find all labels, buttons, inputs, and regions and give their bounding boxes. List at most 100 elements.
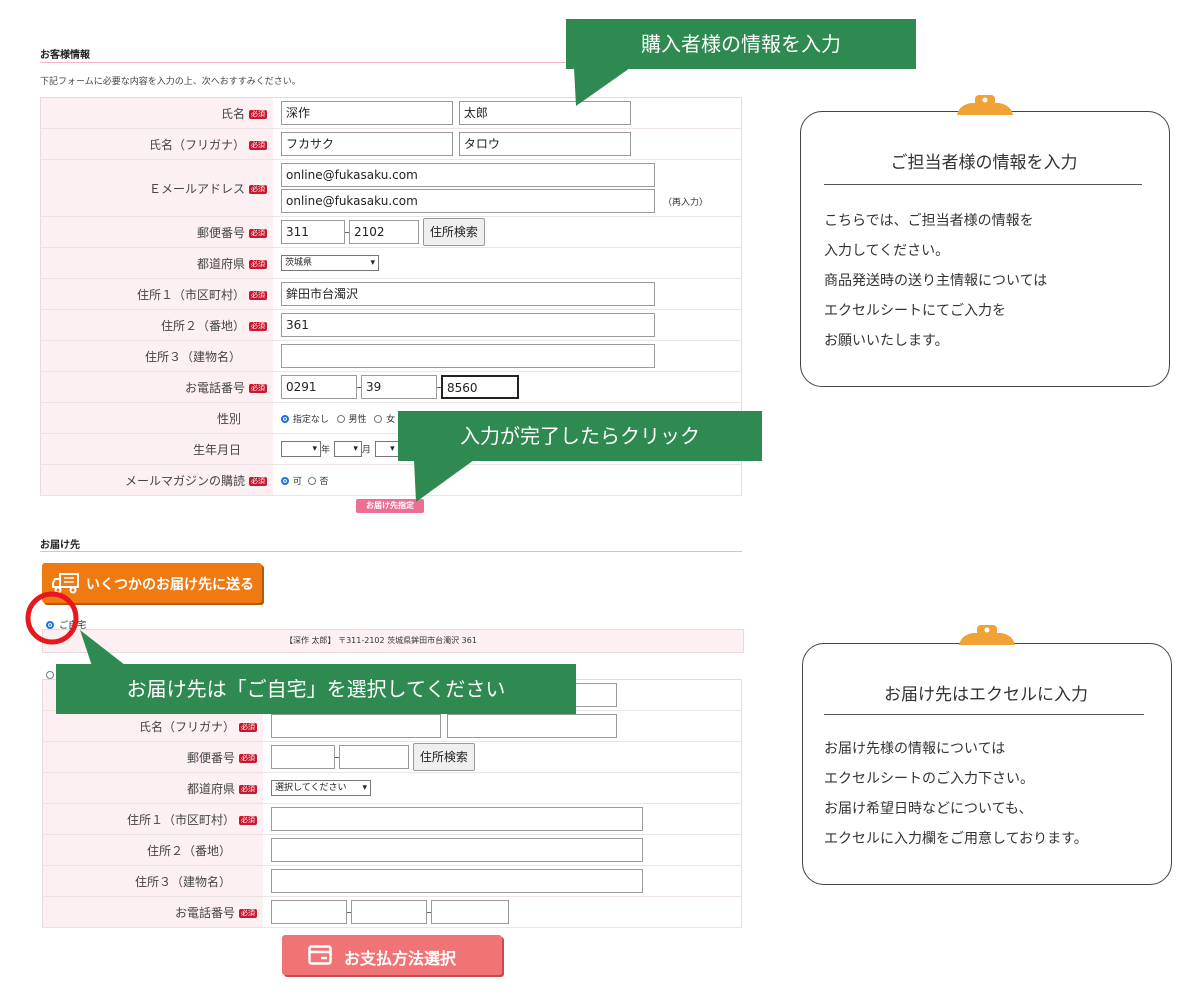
chevron-down-icon: ▾ xyxy=(390,444,395,454)
delivery-tel2-input[interactable] xyxy=(351,900,427,924)
card-line-text: エクセルシートのご入力下さい。 xyxy=(824,771,1034,787)
pref-select-placeholder: 選択してください xyxy=(275,783,347,793)
label-gender: 性別 xyxy=(216,411,241,426)
clip-icon xyxy=(959,625,1015,645)
section-divider xyxy=(40,551,742,552)
chevron-down-icon: ▾ xyxy=(362,783,367,793)
customer-section-title: お客様情報 xyxy=(40,50,90,61)
birth-month-unit: 月 xyxy=(361,445,371,456)
highlight-circle xyxy=(25,591,79,645)
gender-option-label: 指定なし xyxy=(292,415,329,425)
delivery-row-zip: 郵便番号 必須 住所検索 xyxy=(42,741,742,773)
card-line-text: 入力してください。 xyxy=(824,243,950,259)
tel1-input[interactable]: 0291 xyxy=(281,375,357,399)
card-line-text: お届け先様の情報については xyxy=(824,741,1006,757)
delivery-addr2-input[interactable] xyxy=(271,838,643,862)
row-addr3: 住所３（建物名） xyxy=(40,340,742,372)
card-line-text: 商品発送時の送り主情報については xyxy=(824,273,1048,289)
delivery-row-tel: お電話番号 必須 xyxy=(42,896,742,928)
delivery-first-kana-input[interactable] xyxy=(446,714,617,738)
row-pref: 都道府県 必須 茨城県 ▾ xyxy=(40,247,742,279)
label-addr2: 住所２（番地） xyxy=(146,843,231,858)
delivery-section-title: お届け先 xyxy=(40,540,80,551)
last-name-input[interactable]: 深作 xyxy=(281,101,453,125)
pref-select[interactable]: 茨城県 ▾ xyxy=(281,255,379,271)
label-zip: 郵便番号 xyxy=(186,750,235,765)
birth-day-select[interactable]: ▾ xyxy=(374,441,399,457)
addr1-input[interactable]: 鉾田市台濁沢 xyxy=(281,282,655,306)
delivery-row-addr3: 住所３（建物名） xyxy=(42,865,742,897)
magazine-radio-no[interactable] xyxy=(307,476,316,485)
magazine-radio-yes[interactable] xyxy=(281,476,289,485)
card-line-text: お願いいたします。 xyxy=(824,333,949,349)
birth-year-select[interactable]: ▾ xyxy=(281,441,321,457)
last-kana-input[interactable]: フカサク xyxy=(281,132,453,156)
magazine-option-label: 可 xyxy=(292,477,302,487)
tel3-input[interactable]: 8560 xyxy=(441,375,519,399)
delivery-addr1-input[interactable] xyxy=(271,807,643,831)
gender-radio-female[interactable] xyxy=(374,414,383,423)
label-addr2: 住所２（番地） xyxy=(160,318,245,333)
delivery-addr3-input[interactable] xyxy=(271,869,643,893)
required-badge: 必須 xyxy=(249,290,267,300)
required-badge: 必須 xyxy=(249,184,267,194)
tel2-input[interactable]: 39 xyxy=(361,375,437,399)
label-zip: 郵便番号 xyxy=(196,225,245,240)
chevron-down-icon: ▾ xyxy=(312,444,317,454)
zip-search-button[interactable]: 住所検索 xyxy=(422,218,485,246)
delivery-row-addr2: 住所２（番地） xyxy=(42,834,742,866)
delivery-tel3-input[interactable] xyxy=(431,900,509,924)
required-badge: 必須 xyxy=(239,753,257,763)
email-confirm-input[interactable]: online@fukasaku.com xyxy=(281,189,655,213)
pref-select-value: 茨城県 xyxy=(285,258,313,268)
card-line-text: エクセルに入力欄をご用意しております。 xyxy=(824,831,1088,847)
home-address-text: 【深作 太郎】 〒311-2102 茨城県鉾田市台濁沢 361 xyxy=(285,636,477,645)
row-name: 氏名 必須 深作 太郎 xyxy=(40,97,742,129)
required-badge: 必須 xyxy=(249,259,267,269)
label-birth: 生年月日 xyxy=(192,442,241,457)
multi-destination-label: いくつかのお届け先に送る xyxy=(86,577,254,593)
delivery-zip2-input[interactable] xyxy=(339,745,409,769)
label-name: 氏名 xyxy=(220,106,245,121)
birth-month-select[interactable]: ▾ xyxy=(333,441,362,457)
addr2-input[interactable]: 361 xyxy=(281,313,655,337)
delivery-row-kana: 氏名（フリガナ） 必須 xyxy=(42,710,742,742)
delivery-last-kana-input[interactable] xyxy=(271,714,441,738)
excel-card-title: お届け先はエクセルに入力 xyxy=(884,685,1088,705)
card-line-text: エクセルシートにてご入力を xyxy=(824,303,1006,319)
row-tel: お電話番号 必須 0291 39 8560 xyxy=(40,371,742,403)
payment-method-label: お支払方法選択 xyxy=(344,949,457,968)
excel-card-body: お届け先様の情報については エクセルシートのご入力下さい。 お届け希望日時などに… xyxy=(824,734,1088,854)
credit-card-icon xyxy=(308,945,332,965)
other-radio[interactable] xyxy=(46,670,54,679)
first-kana-input[interactable]: タロウ xyxy=(458,132,631,156)
delivery-zip1-input[interactable] xyxy=(271,745,335,769)
row-addr2: 住所２（番地） 必須 361 xyxy=(40,309,742,341)
payment-method-button[interactable]: お支払方法選択 xyxy=(282,935,502,975)
delivery-row-addr1: 住所１（市区町村） 必須 xyxy=(42,803,742,835)
row-magazine: メールマガジンの購読 必須 可 否 xyxy=(40,464,742,496)
zip1-input[interactable]: 311 xyxy=(281,220,345,244)
callout-pointer xyxy=(574,68,630,106)
magazine-option-label: 否 xyxy=(319,477,329,487)
gender-radio-male[interactable] xyxy=(336,414,345,423)
required-badge: 必須 xyxy=(239,815,257,825)
delivery-pref-select[interactable]: 選択してください ▾ xyxy=(271,780,371,796)
row-kana: 氏名（フリガナ） 必須 フカサク タロウ xyxy=(40,128,742,160)
required-badge: 必須 xyxy=(249,109,267,119)
delivery-zip-search-button[interactable]: 住所検索 xyxy=(412,743,475,771)
clip-icon xyxy=(957,95,1013,115)
gender-option-label: 男性 xyxy=(348,415,367,425)
label-pref: 都道府県 xyxy=(186,781,235,796)
email-input[interactable]: online@fukasaku.com xyxy=(281,163,655,187)
card-line-text: お届け希望日時などについても、 xyxy=(824,801,1033,817)
zip2-input[interactable]: 2102 xyxy=(349,220,419,244)
label-addr3: 住所３（建物名） xyxy=(134,874,231,889)
addr3-input[interactable] xyxy=(281,344,655,368)
label-email: Ｅメールアドレス xyxy=(148,181,245,196)
delivery-tel1-input[interactable] xyxy=(271,900,347,924)
home-address-row: 【深作 太郎】 〒311-2102 茨城県鉾田市台濁沢 361 xyxy=(42,629,744,653)
gender-radio-none[interactable] xyxy=(281,414,289,423)
required-badge: 必須 xyxy=(239,784,257,794)
label-addr3: 住所３（建物名） xyxy=(144,349,241,364)
